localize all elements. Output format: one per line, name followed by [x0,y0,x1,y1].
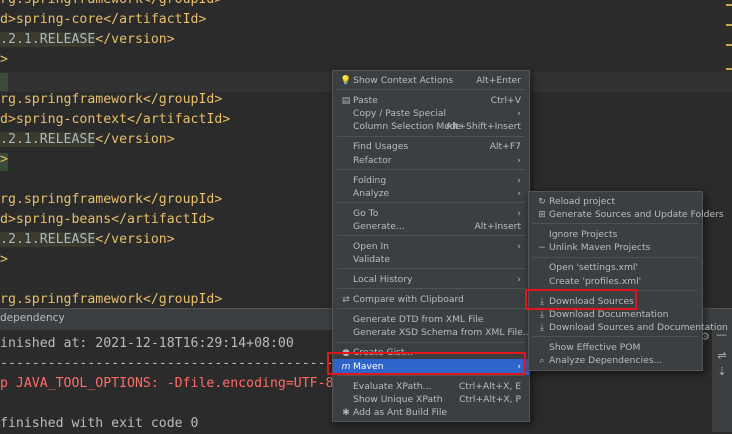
error-stripe [724,0,732,80]
menu-item-show-context-actions[interactable]: 💡 Show Context Actions Alt+Enter [333,73,529,89]
ant-icon: ✱ [342,408,350,418]
menu-separator [337,168,525,170]
menu-separator [337,288,525,290]
menu-item-label: Analyze [353,187,390,199]
search-icon: ⌕ [539,356,545,367]
code-line: d>spring-core</artifactId> [0,12,207,27]
menu-item-label: Analyze Dependencies... [549,355,663,367]
code-line: .2.1.RELEASE</version> [0,32,175,47]
menu-item-create-profiles-xml[interactable]: Create 'profiles.xml' [529,274,702,290]
menu-separator [337,374,525,376]
menu-separator [337,268,525,270]
menu-item-unlink-maven-projects[interactable]: − Unlink Maven Projects [529,240,702,256]
code-line: rg.springframework</groupId> [0,0,222,10]
bulb-icon: 💡 [340,76,352,86]
menu-item-label: Maven [353,360,384,372]
menu-item-label: Download Sources and Documentation [549,322,728,333]
menu-item-shortcut: Alt+Insert [474,221,522,232]
code-line: > [0,252,8,267]
menu-item-label: Generate XSD Schema from XML File... [353,327,532,339]
code-line: d>spring-beans</artifactId> [0,212,215,227]
menu-item-refactor[interactable]: Refactor › [333,153,529,169]
menu-item-analyze-dependencies[interactable]: ⌕ Analyze Dependencies... [529,353,702,369]
menu-item-download-sources-and-documentation[interactable]: ⤓ Download Sources and Documentation [529,320,728,336]
code-line: d>spring-context</artifactId> [0,112,231,127]
menu-item-compare-with-clipboard[interactable]: ⇄ Compare with Clipboard [333,292,529,308]
menu-separator [337,89,525,91]
menu-separator [533,223,698,225]
menu-item-label: Generate Sources and Update Folders [549,209,724,221]
menu-separator [533,336,698,338]
menu-item-label: Show Context Actions [353,75,454,86]
menu-item-add-as-ant-build-file[interactable]: ✱ Add as Ant Build File [333,405,529,421]
menu-separator [337,202,525,203]
maven-icon: m [341,361,351,372]
code-line: .2.1.RELEASE</version> [0,232,175,247]
menu-item-label: Validate [353,254,391,266]
code-line: > [0,152,8,167]
menu-item-validate[interactable]: Validate [333,252,529,268]
menu-separator [337,135,525,137]
menu-item-shortcut: Alt+Shift+Insert [445,121,521,133]
tool-window-side-toolbar: ⇌ ⇣ [712,330,732,432]
minus-icon: − [538,243,546,254]
scroll-to-end-icon[interactable]: ⇣ [716,366,728,378]
compare-icon: ⇄ [342,295,350,306]
menu-item-label: Create 'profiles.xml' [549,275,642,287]
menu-separator [337,341,525,343]
menu-item-analyze[interactable]: Analyze › [333,186,529,202]
menu-item-label: Add as Ant Build File [353,407,448,418]
menu-item-generate[interactable]: Generate... Alt+Insert [333,219,529,235]
menu-separator [337,308,525,310]
code-line: rg.springframework</groupId> [0,192,223,207]
menu-separator [337,235,525,237]
menu-separator [533,289,698,291]
menu-item-generate-sources-and-update-folders[interactable]: ⊞ Generate Sources and Update Folders [529,207,723,223]
code-line: .2.1.RELEASE</version> [0,132,175,147]
menu-item-label: Refactor [353,154,392,166]
tool-window-title: dependency [0,312,65,324]
console-line: p JAVA_TOOL_OPTIONS: -Dfile.encoding=UTF… [0,376,334,391]
menu-item-label: Local History [353,274,413,286]
menu-item-label: Compare with Clipboard [353,294,464,306]
code-line: rg.springframework</groupId> [0,292,223,307]
menu-item-local-history[interactable]: Local History › [333,272,529,288]
menu-item-label: Generate... [353,221,405,232]
menu-item-shortcut: Alt+Enter [476,75,521,86]
code-line: rg.springframework</groupId> [0,92,223,107]
submenu-arrow-icon: › [517,361,521,372]
code-line: > [0,52,8,67]
editor-context-menu: 💡 Show Context Actions Alt+Enter ▤ Paste Ctrl… [332,70,532,422]
submenu-arrow-icon: › [517,155,521,166]
menu-item-column-selection-mode[interactable]: Column Selection Mode Alt+Shift+Insert [333,119,529,135]
submenu-arrow-icon: › [517,275,521,286]
generate-sources-icon: ⊞ [538,210,546,221]
console-line: inished at: 2021-12-18T16:29:14+08:00 [0,336,294,351]
menu-item-generate-xsd-schema-from-xml-file[interactable]: Generate XSD Schema from XML File... [333,325,532,341]
maven-submenu: ↻ Reload project ⊞ Generate Sources and Upd… [528,191,728,371]
submenu-arrow-icon: › [517,188,521,199]
console-line: finished with exit code 0 [0,416,199,431]
menu-item-label: Unlink Maven Projects [549,242,651,254]
menu-separator [533,256,698,258]
download-icon: ⤓ [540,323,544,333]
menu-item-maven[interactable]: m Maven › [333,358,529,375]
soft-wrap-icon[interactable]: ⇌ [716,350,728,362]
gutter-marker [0,73,8,91]
